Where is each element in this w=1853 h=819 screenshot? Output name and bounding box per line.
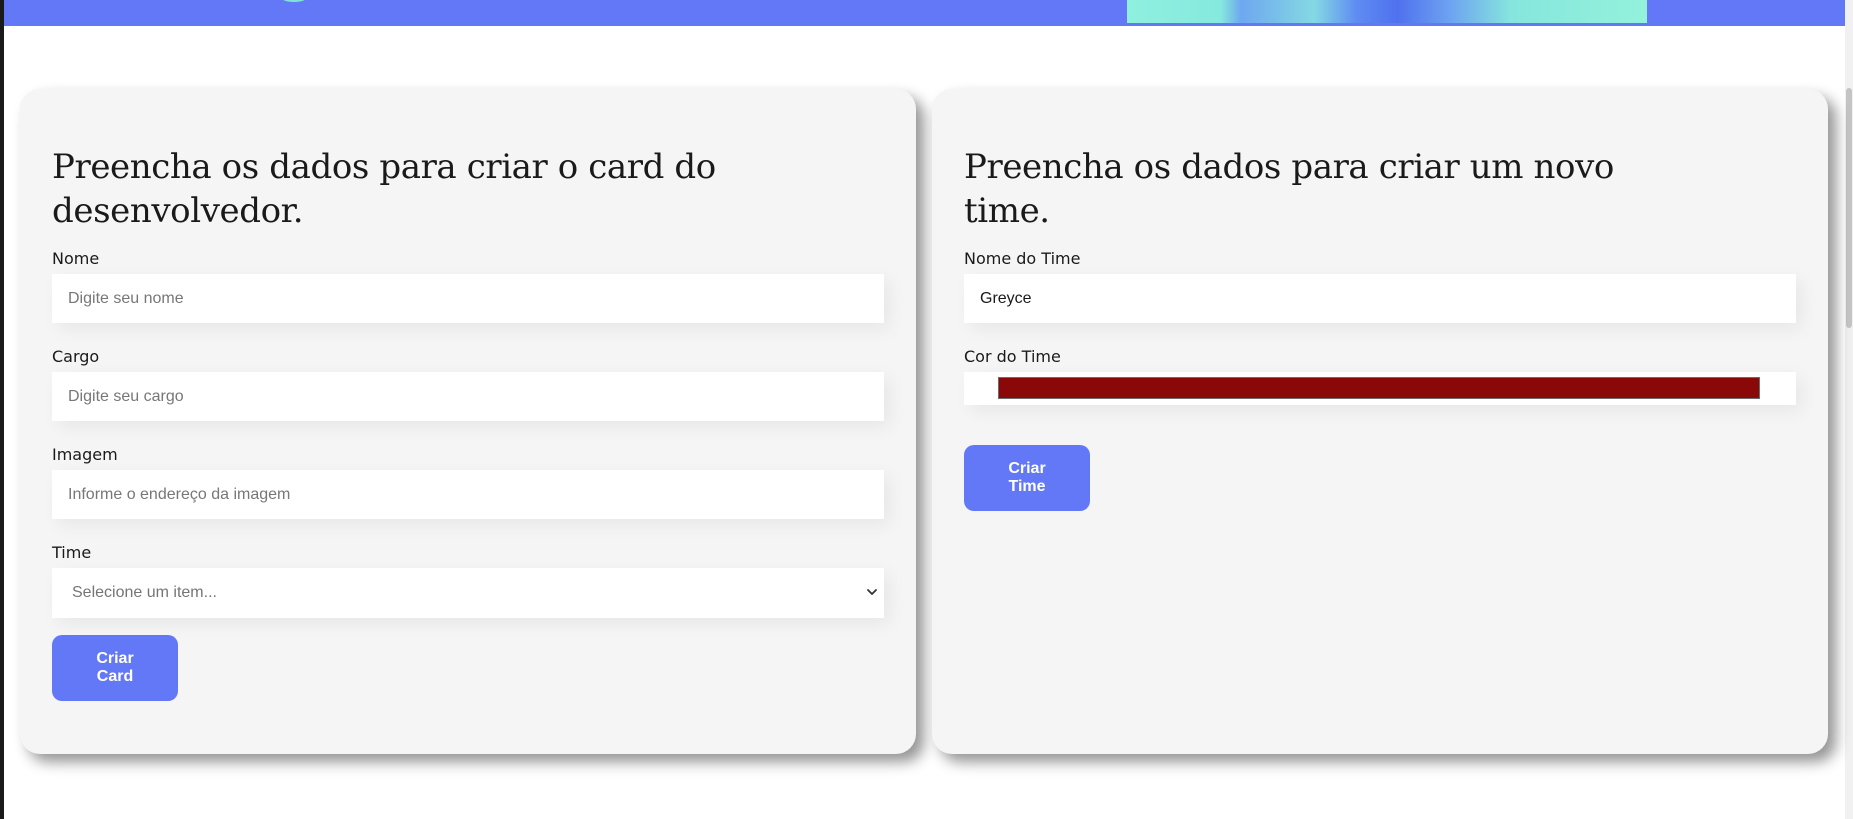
team-name-field: Nome do Time bbox=[964, 249, 1796, 323]
team-label: Time bbox=[52, 543, 92, 562]
developer-form-title: Preencha os dados para criar o card do d… bbox=[52, 147, 716, 231]
image-field: Imagem bbox=[52, 445, 884, 519]
scrollbar-thumb[interactable] bbox=[1846, 88, 1852, 328]
team-color-input[interactable] bbox=[964, 372, 1796, 405]
window-edge bbox=[0, 0, 4, 819]
role-field: Cargo bbox=[52, 347, 884, 421]
role-label: Cargo bbox=[52, 347, 100, 366]
create-card-button[interactable]: Criar Card bbox=[52, 635, 178, 701]
logo-icon bbox=[272, 0, 316, 2]
role-input[interactable] bbox=[52, 372, 884, 421]
developer-card-form: Preencha os dados para criar o card do d… bbox=[20, 89, 916, 754]
team-select[interactable]: Selecione um item... bbox=[52, 568, 884, 618]
team-color-field: Cor do Time bbox=[964, 347, 1796, 405]
team-select-value: Selecione um item... bbox=[72, 584, 217, 601]
name-label: Nome bbox=[52, 249, 100, 268]
team-form-title: Preencha os dados para criar um novo tim… bbox=[964, 147, 1614, 231]
team-color-swatch[interactable] bbox=[998, 377, 1760, 399]
name-field: Nome bbox=[52, 249, 884, 323]
header-banner bbox=[4, 0, 1845, 26]
team-color-label: Cor do Time bbox=[964, 347, 1061, 366]
team-name-input[interactable] bbox=[964, 274, 1796, 323]
team-field: Time Selecione um item... bbox=[52, 543, 884, 618]
image-label: Imagem bbox=[52, 445, 118, 464]
chevron-down-icon bbox=[867, 589, 877, 595]
team-form: Preencha os dados para criar um novo tim… bbox=[932, 89, 1828, 754]
image-url-input[interactable] bbox=[52, 470, 884, 519]
page: Preencha os dados para criar o card do d… bbox=[0, 0, 1853, 819]
team-name-label: Nome do Time bbox=[964, 249, 1081, 268]
name-input[interactable] bbox=[52, 274, 884, 323]
scrollbar[interactable] bbox=[1845, 0, 1853, 819]
banner-image bbox=[1127, 0, 1647, 23]
create-team-button[interactable]: Criar Time bbox=[964, 445, 1090, 511]
